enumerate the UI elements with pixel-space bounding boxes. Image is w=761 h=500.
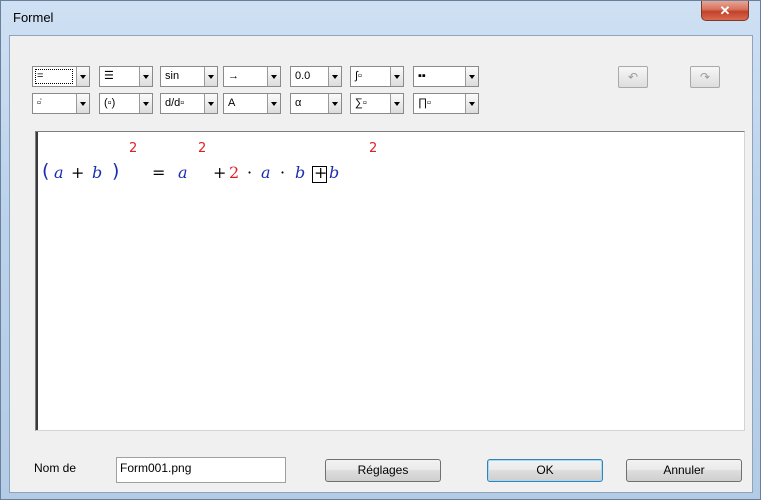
number-format-combo-face: 0.0: [295, 70, 311, 82]
undo-button[interactable]: ↶: [618, 66, 648, 88]
filename-value: Form001.png: [120, 461, 192, 475]
greek-combo-face: α: [295, 97, 302, 109]
product-combo[interactable]: ∏▫: [413, 93, 479, 114]
formula-dot: ·: [280, 163, 286, 182]
dot-accent-combo[interactable]: ▫̇: [32, 93, 90, 114]
formula-var-a: a: [178, 163, 188, 182]
redo-button[interactable]: ↷: [690, 66, 720, 88]
formula-exponent: 2: [198, 141, 207, 156]
chevron-down-icon[interactable]: [390, 67, 403, 86]
cancel-button-label: Annuler: [663, 463, 705, 477]
relation-combo[interactable]: =: [32, 66, 90, 87]
filename-label: Nom de: [34, 461, 77, 475]
dot-accent-combo-face: ▫̇: [37, 97, 41, 109]
formula-var-b: b: [92, 163, 103, 182]
chevron-down-icon[interactable]: [76, 67, 89, 86]
chevron-down-icon[interactable]: [390, 94, 403, 113]
brackets-combo-face: (▫): [104, 97, 116, 109]
chevron-down-icon[interactable]: [204, 94, 217, 113]
chevron-down-icon[interactable]: [204, 67, 217, 86]
integral-combo[interactable]: ∫▫: [350, 66, 404, 87]
formula-var-b: b: [295, 163, 306, 182]
formula-plus-selected[interactable]: +: [314, 163, 327, 182]
chevron-down-icon[interactable]: [465, 67, 478, 86]
formula-plus: +: [213, 163, 227, 182]
sum-combo-face: ∑▫: [355, 97, 367, 109]
product-combo-face: ∏▫: [418, 97, 431, 109]
formula-plus: +: [71, 163, 85, 182]
spacing-combo[interactable]: ▪▪: [413, 66, 479, 87]
greek-combo[interactable]: α: [290, 93, 342, 114]
settings-button[interactable]: Réglages: [325, 459, 441, 482]
fraction-layout-combo-face: ☰: [104, 70, 114, 82]
editor-left-border: [36, 132, 38, 430]
number-format-combo[interactable]: 0.0: [290, 66, 342, 87]
close-icon: ✕: [719, 3, 731, 18]
formula-left-paren: (: [42, 160, 50, 182]
formula-var-a: a: [261, 163, 271, 182]
arrow-combo[interactable]: →: [223, 66, 281, 87]
chevron-down-icon[interactable]: [328, 67, 341, 86]
chevron-down-icon[interactable]: [267, 94, 280, 113]
relation-combo-face: =: [33, 67, 75, 86]
derivative-combo[interactable]: d/d▫: [160, 93, 218, 114]
formula-dot: ·: [247, 163, 253, 182]
formula-coefficient: 2: [229, 163, 240, 182]
chevron-down-icon[interactable]: [76, 94, 89, 113]
arrow-combo-face: →: [228, 70, 239, 82]
filename-input[interactable]: Form001.png: [116, 457, 286, 483]
formula-equals: =: [152, 163, 166, 182]
spacing-combo-face: ▪▪: [418, 70, 426, 82]
settings-button-label: Réglages: [357, 463, 409, 477]
redo-icon: ↷: [699, 70, 711, 84]
chevron-down-icon[interactable]: [267, 67, 280, 86]
formula-right-paren: ): [112, 160, 120, 182]
chevron-down-icon[interactable]: [139, 94, 152, 113]
window-title: Formel: [13, 10, 54, 25]
fraction-layout-combo[interactable]: ☰: [99, 66, 153, 87]
close-button[interactable]: ✕: [701, 1, 749, 21]
text-style-combo-face: A: [228, 97, 236, 109]
formula-var-a: a: [54, 163, 64, 182]
title-bar[interactable]: Formel ✕: [1, 1, 760, 35]
derivative-combo-face: d/d▫: [165, 97, 185, 109]
ok-button[interactable]: OK: [487, 459, 603, 482]
brackets-combo[interactable]: (▫): [99, 93, 153, 114]
chevron-down-icon[interactable]: [465, 94, 478, 113]
cancel-button[interactable]: Annuler: [626, 459, 742, 482]
formula-editor[interactable]: ( a + b ) 2 = a 2 + 2 · a · b + b 2: [35, 131, 745, 431]
ok-button-label: OK: [536, 463, 554, 477]
undo-icon: ↶: [627, 70, 639, 84]
sum-combo[interactable]: ∑▫: [350, 93, 404, 114]
function-combo[interactable]: sin: [160, 66, 218, 87]
function-combo-face: sin: [165, 70, 180, 82]
integral-combo-face: ∫▫: [355, 70, 362, 82]
formula-exponent: 2: [129, 141, 138, 156]
formula-exponent: 2: [369, 141, 378, 156]
formula-var-b: b: [329, 163, 340, 182]
text-style-combo[interactable]: A: [223, 93, 281, 114]
dialog-client-area: = ☰ sin → 0.0 ∫▫ ▪▪ ▫̇ (▫) d/d▫ Aα ∑▫ ∏▫ ↶ ↷ ( a + …: [9, 35, 753, 493]
chevron-down-icon[interactable]: [328, 94, 341, 113]
chevron-down-icon[interactable]: [139, 67, 152, 86]
formula-dialog: Formel ✕ = ☰ sin → 0.0 ∫▫ ▪▪ ▫̇ (▫) d/d▫ Aα ∑▫ ∏▫ ↶…: [0, 0, 761, 500]
